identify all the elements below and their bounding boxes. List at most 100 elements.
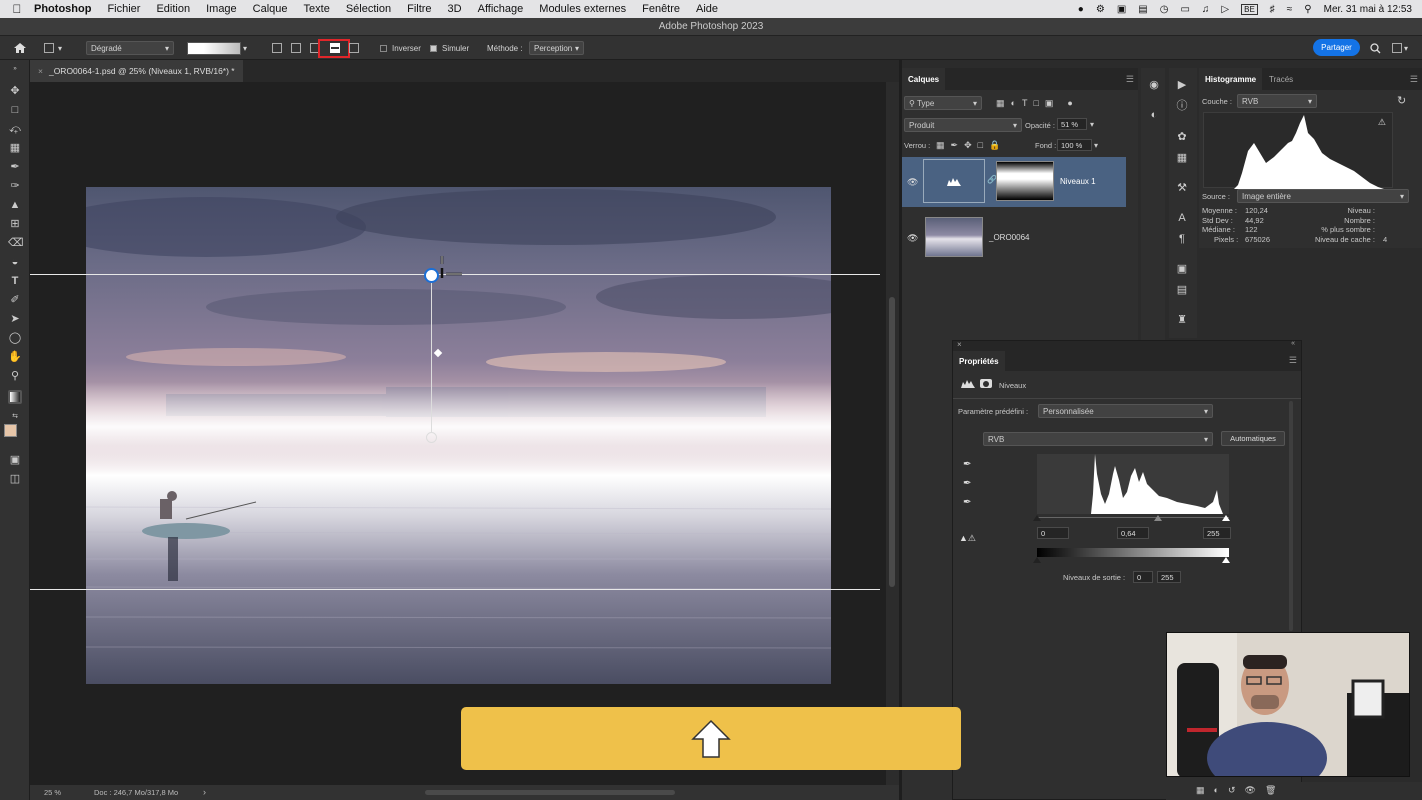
ellipse-tool-icon[interactable]: ◯ — [8, 331, 22, 345]
pixel-filter-icon[interactable]: ▦ — [996, 98, 1005, 109]
move-tool-icon[interactable]: ✥ — [8, 84, 22, 98]
menu-texte[interactable]: Texte — [304, 3, 330, 15]
layer-row-niveaux[interactable]: 👁 🔗 Niveaux 1 — [902, 157, 1126, 207]
apple-menu-icon[interactable]:  — [0, 2, 34, 16]
app-menu[interactable]: Photoshop — [34, 3, 91, 15]
shape-filter-icon[interactable]: □ — [1033, 98, 1038, 109]
record-icon[interactable]: ▣ — [1117, 4, 1126, 15]
gradient-end-handle[interactable] — [426, 432, 437, 443]
brushes-icon[interactable]: ▣ — [1175, 262, 1189, 276]
fill-input[interactable]: 100 % — [1057, 139, 1092, 151]
lock-position-icon[interactable]: ✥ — [964, 140, 972, 151]
filter-toggle-icon[interactable]: ● — [1067, 98, 1072, 109]
type-filter-icon[interactable]: T — [1022, 98, 1028, 109]
info-icon[interactable]: ⓘ — [1175, 99, 1189, 113]
linear-gradient-icon[interactable] — [272, 41, 282, 55]
opacity-dropdown-icon[interactable]: ▾ — [1090, 120, 1094, 129]
libraries-icon[interactable]: ⚒ — [1175, 181, 1189, 195]
panel-collapse-icon[interactable]: » — [8, 62, 22, 76]
adjustments-icon[interactable]: ◉ — [1147, 78, 1161, 92]
hand-tool-icon[interactable]: ✋ — [8, 350, 22, 364]
gradient-tool-icon[interactable] — [8, 390, 22, 404]
auto-button[interactable]: Automatiques — [1221, 431, 1285, 446]
share-button[interactable]: Partager — [1313, 39, 1360, 56]
channel-select[interactable]: RVB ▾ — [1237, 94, 1317, 108]
wifi-icon[interactable]: ≈ — [1287, 4, 1293, 15]
bluetooth-icon[interactable]: ♯ — [1270, 4, 1275, 15]
lock-artboard-icon[interactable]: □ — [978, 140, 983, 151]
menu-affichage[interactable]: Affichage — [478, 3, 524, 15]
menu-modules-externes[interactable]: Modules externes — [539, 3, 626, 15]
styles-icon[interactable]: ◐ — [1147, 108, 1161, 122]
menu-aide[interactable]: Aide — [696, 3, 718, 15]
panel-menu-icon[interactable]: ☰ — [1410, 74, 1418, 85]
character-icon[interactable]: A — [1175, 211, 1189, 225]
menu-edition[interactable]: Edition — [156, 3, 190, 15]
lock-transparency-icon[interactable]: ▦ — [936, 140, 945, 151]
document-tab[interactable]: × _ORO0064-1.psd @ 25% (Niveaux 1, RVB/1… — [30, 60, 243, 82]
search-icon[interactable] — [1370, 41, 1381, 55]
panel-menu-icon[interactable]: ☰ — [1289, 355, 1297, 366]
reflected-gradient-icon[interactable] — [330, 41, 340, 55]
layer-mask-thumbnail[interactable] — [996, 161, 1054, 201]
tab-calques[interactable]: Calques — [902, 68, 946, 90]
smart-object-filter-icon[interactable]: ▣ — [1045, 98, 1054, 109]
pen-tool-icon[interactable]: ✐ — [8, 293, 22, 307]
marquee-tool-icon[interactable]: □ — [8, 103, 22, 117]
mask-icon[interactable] — [980, 379, 992, 388]
time-machine-icon[interactable]: ◷ — [1160, 4, 1169, 15]
zoom-tool-icon[interactable]: ⚲ — [8, 369, 22, 383]
delete-icon[interactable]: 🗑 — [1265, 785, 1276, 796]
menu-filtre[interactable]: Filtre — [407, 3, 431, 15]
tools-icon[interactable]: ⚙ — [1096, 4, 1105, 15]
properties-scrollbar[interactable] — [1289, 401, 1293, 631]
lock-all-icon[interactable]: 🔒 — [989, 140, 1000, 151]
vertical-scrollbar[interactable] — [886, 82, 899, 785]
refresh-icon[interactable]: ↻ — [1397, 94, 1406, 107]
object-selection-tool-icon[interactable]: ▦ — [8, 141, 22, 155]
input-gamma-slider[interactable] — [1154, 515, 1162, 521]
zoom-level[interactable]: 25 % — [44, 788, 61, 797]
panel-menu-icon[interactable]: ☰ — [1126, 74, 1134, 85]
type-tool-icon[interactable]: T — [8, 274, 22, 288]
path-selection-tool-icon[interactable]: ➤ — [8, 312, 22, 326]
swatches-icon[interactable]: ▦ — [1175, 151, 1189, 165]
layer-filter-select[interactable]: ⚲ Type ▾ — [904, 96, 982, 110]
input-black-field[interactable]: 0 — [1037, 527, 1069, 539]
eraser-tool-icon[interactable]: ⌫ — [8, 236, 24, 250]
tool-preset-picker[interactable]: ▾ — [44, 41, 62, 55]
color-wheel-icon[interactable]: ✿ — [1175, 130, 1189, 144]
clipboard-icon[interactable]: ▤ — [1138, 4, 1147, 15]
foreground-color-swatch[interactable] — [4, 424, 17, 437]
input-white-field[interactable]: 255 — [1203, 527, 1231, 539]
actions-play-icon[interactable]: ▶ — [1175, 78, 1189, 92]
play-icon[interactable]: ▷ — [1221, 4, 1229, 15]
layer-style-icon[interactable]: ◐ — [1214, 785, 1219, 796]
home-icon[interactable] — [13, 41, 27, 55]
lasso-tool-icon[interactable]: ⤽ — [8, 122, 22, 136]
crop-tool-icon[interactable]: ⊞ — [8, 217, 22, 231]
menu-3d[interactable]: 3D — [448, 3, 462, 15]
output-white-field[interactable]: 255 — [1157, 571, 1181, 583]
close-icon[interactable]: × — [957, 340, 962, 349]
horizontal-scroll-thumb[interactable] — [425, 790, 675, 795]
menu-fichier[interactable]: Fichier — [107, 3, 140, 15]
reverse-checkbox[interactable]: Inverser — [380, 41, 421, 55]
gradient-preset-select[interactable]: Dégradé ▾ — [86, 41, 174, 55]
visibility-eye-icon[interactable]: 👁 — [907, 177, 918, 188]
tab-traces[interactable]: Tracés — [1263, 68, 1299, 90]
source-select[interactable]: Image entière ▾ — [1237, 189, 1409, 203]
close-icon[interactable]: × — [38, 66, 43, 76]
output-white-slider[interactable] — [1222, 557, 1230, 563]
input-gamma-field[interactable]: 0,64 — [1117, 527, 1149, 539]
output-black-slider[interactable] — [1033, 557, 1041, 563]
simulate-checkbox[interactable]: Simuler — [430, 41, 469, 55]
paint-bucket-tool-icon[interactable]: ◒ — [8, 255, 22, 269]
input-black-slider[interactable] — [1033, 515, 1041, 521]
output-black-field[interactable]: 0 — [1133, 571, 1153, 583]
blend-mode-select[interactable]: Produit ▾ — [904, 118, 1022, 132]
vertical-scroll-thumb[interactable] — [889, 297, 895, 587]
levels-channel-select[interactable]: RVB ▾ — [983, 432, 1213, 446]
swap-colors-icon[interactable]: ⇆ — [8, 410, 22, 424]
menu-selection[interactable]: Sélection — [346, 3, 391, 15]
